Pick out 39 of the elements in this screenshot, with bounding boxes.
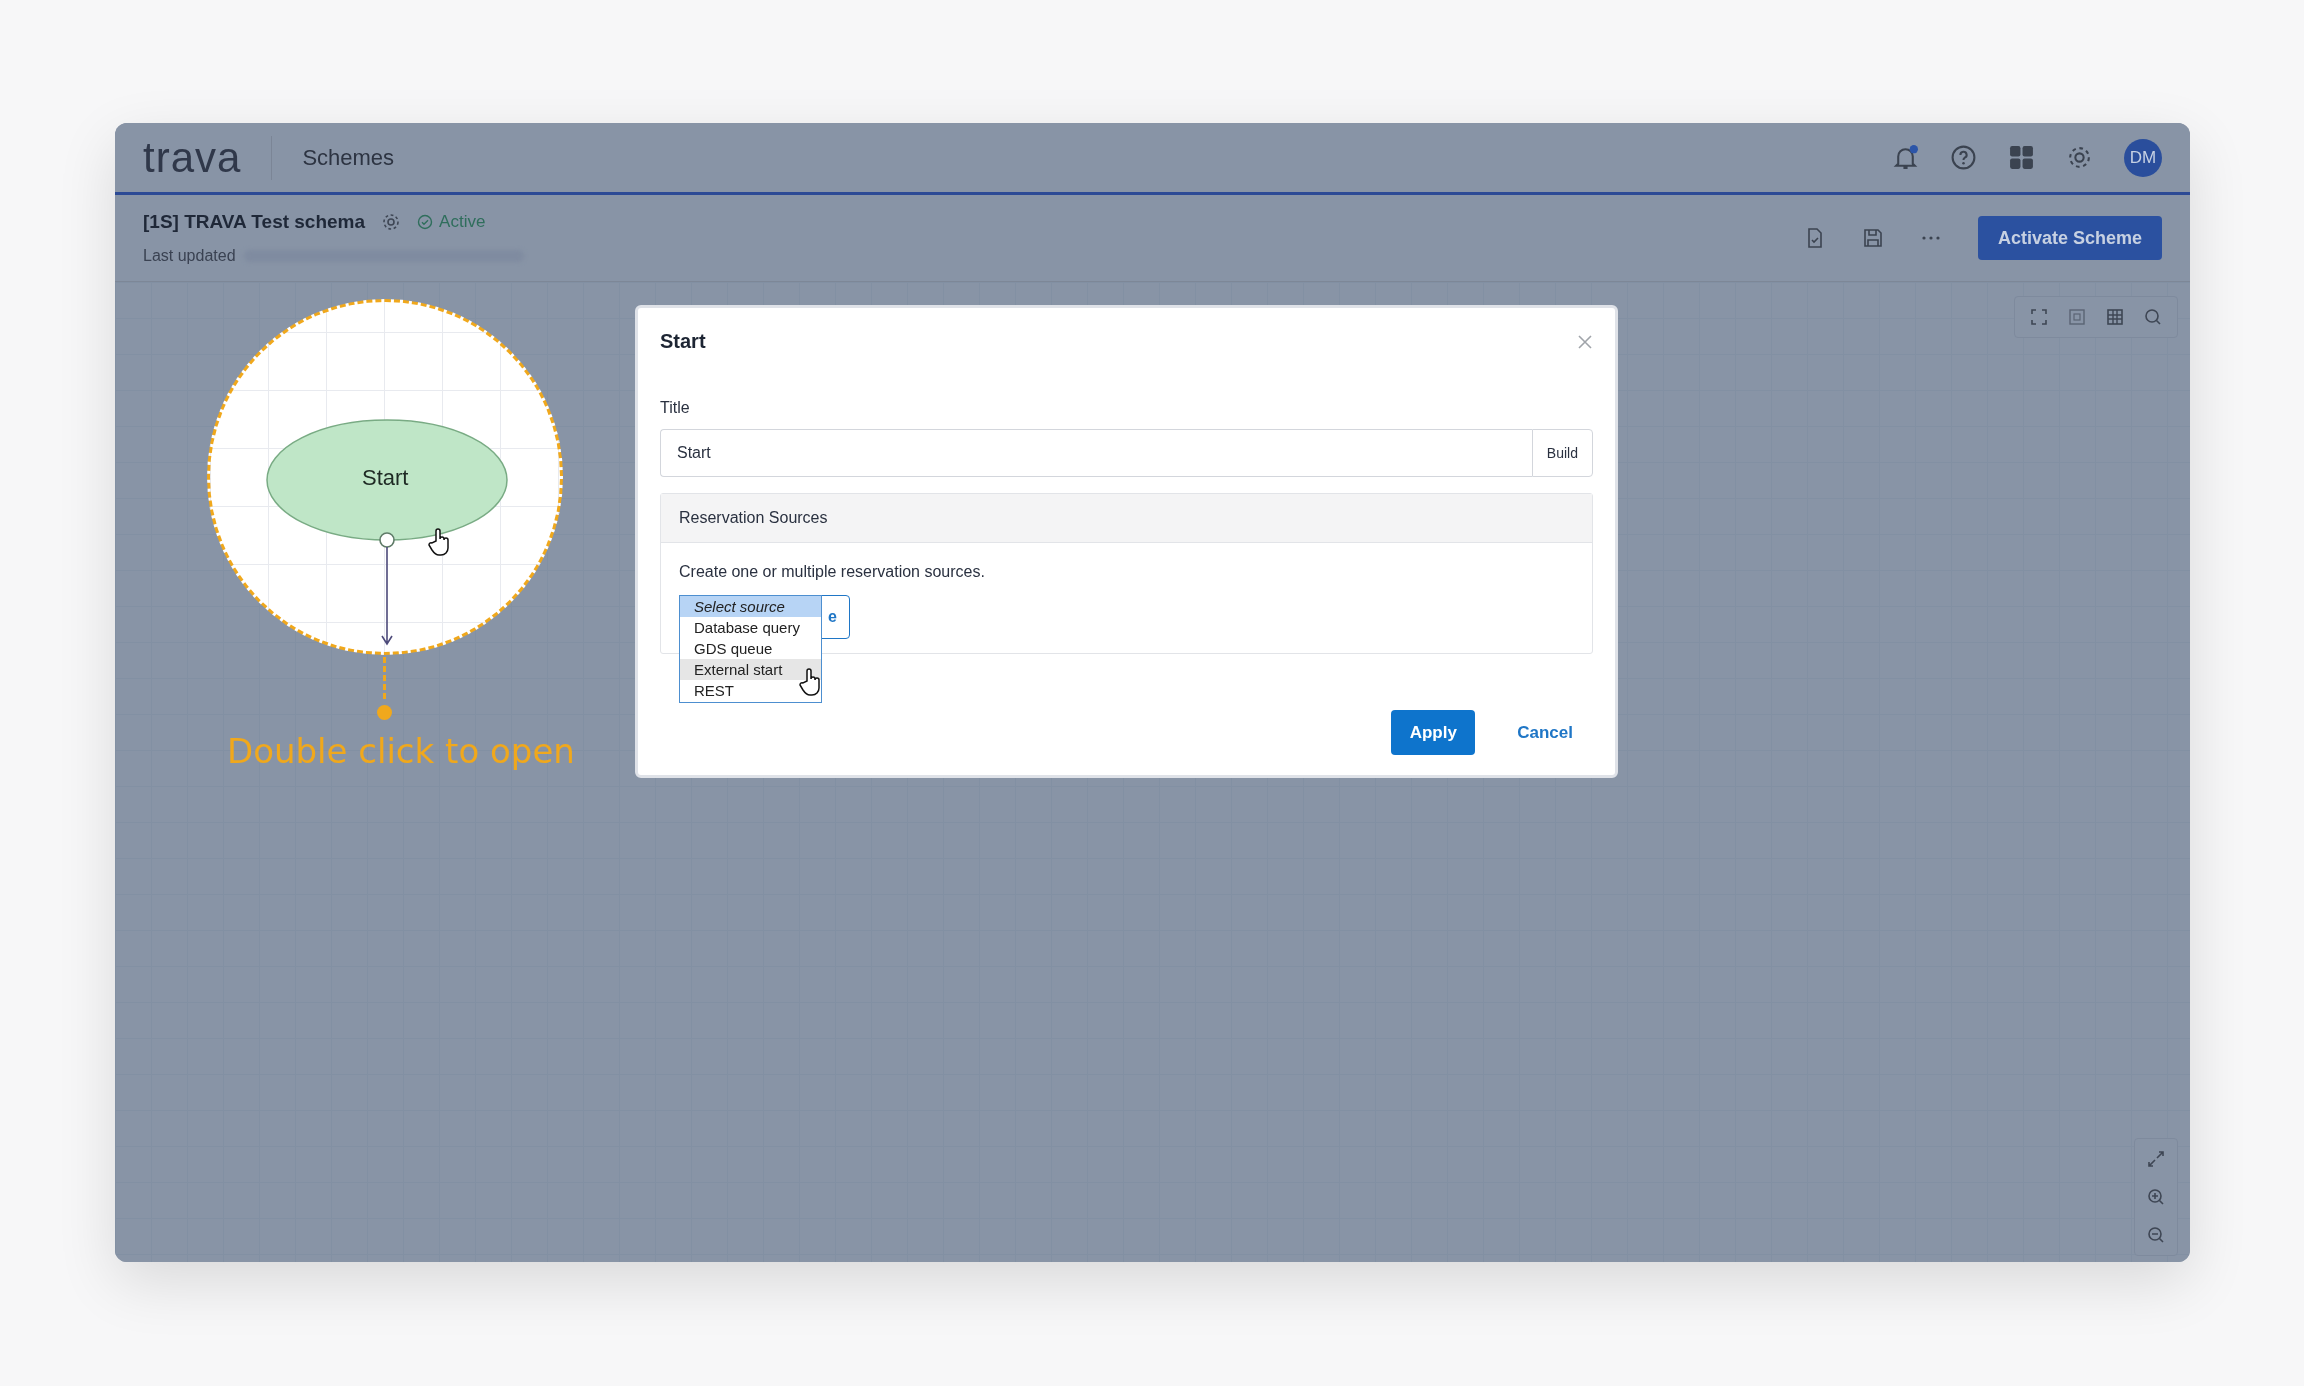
expand-icon[interactable] bbox=[2146, 1149, 2166, 1169]
check-circle-icon bbox=[417, 214, 434, 230]
settings-icon[interactable] bbox=[381, 212, 402, 232]
save-icon[interactable] bbox=[1861, 227, 1884, 249]
panel-title: Reservation Sources bbox=[679, 509, 828, 526]
leader-line bbox=[383, 657, 386, 699]
cancel-button[interactable]: Cancel bbox=[1517, 722, 1573, 743]
dropdown-option[interactable]: Select source bbox=[680, 596, 821, 617]
field-label: Title bbox=[660, 399, 691, 417]
apps-grid-icon[interactable] bbox=[2008, 144, 2035, 171]
title-input[interactable]: Start bbox=[660, 429, 1532, 477]
hint-text: Double click to open bbox=[227, 731, 575, 771]
grid-icon[interactable] bbox=[2105, 307, 2125, 327]
dropdown-option[interactable]: External start bbox=[680, 659, 821, 680]
hand-cursor-icon bbox=[428, 527, 452, 557]
start-node[interactable] bbox=[265, 418, 509, 542]
apply-button[interactable]: Apply bbox=[1391, 710, 1476, 755]
dropdown-option[interactable]: GDS queue bbox=[680, 638, 821, 659]
activate-scheme-button[interactable]: Activate Scheme bbox=[1977, 216, 2162, 260]
section-title: Schemes bbox=[302, 144, 395, 171]
zoom-in-icon[interactable] bbox=[2146, 1187, 2166, 1207]
hint-dot bbox=[377, 705, 392, 720]
settings-icon[interactable] bbox=[2066, 144, 2093, 171]
zoom-out-icon[interactable] bbox=[2146, 1225, 2166, 1245]
last-updated-label: Last updated bbox=[143, 247, 236, 265]
status-label: Active bbox=[439, 212, 486, 232]
build-button[interactable]: Build bbox=[1531, 429, 1593, 477]
search-icon[interactable] bbox=[2143, 307, 2163, 327]
fit-screen-icon[interactable] bbox=[2029, 307, 2049, 327]
help-icon[interactable] bbox=[1950, 144, 1977, 171]
panel-description: Create one or multiple reservation sources. bbox=[679, 563, 986, 581]
schema-title: [1S] TRAVA Test schema bbox=[143, 211, 366, 233]
dropdown-option[interactable]: Database query bbox=[680, 617, 821, 638]
close-icon[interactable] bbox=[1577, 333, 1593, 350]
dialog-title: Start bbox=[660, 330, 706, 353]
node-label: Start bbox=[362, 465, 409, 491]
notification-bell-icon[interactable] bbox=[1892, 144, 1919, 171]
user-avatar[interactable]: DM bbox=[2124, 138, 2162, 177]
app-logo[interactable]: trava bbox=[143, 133, 242, 182]
